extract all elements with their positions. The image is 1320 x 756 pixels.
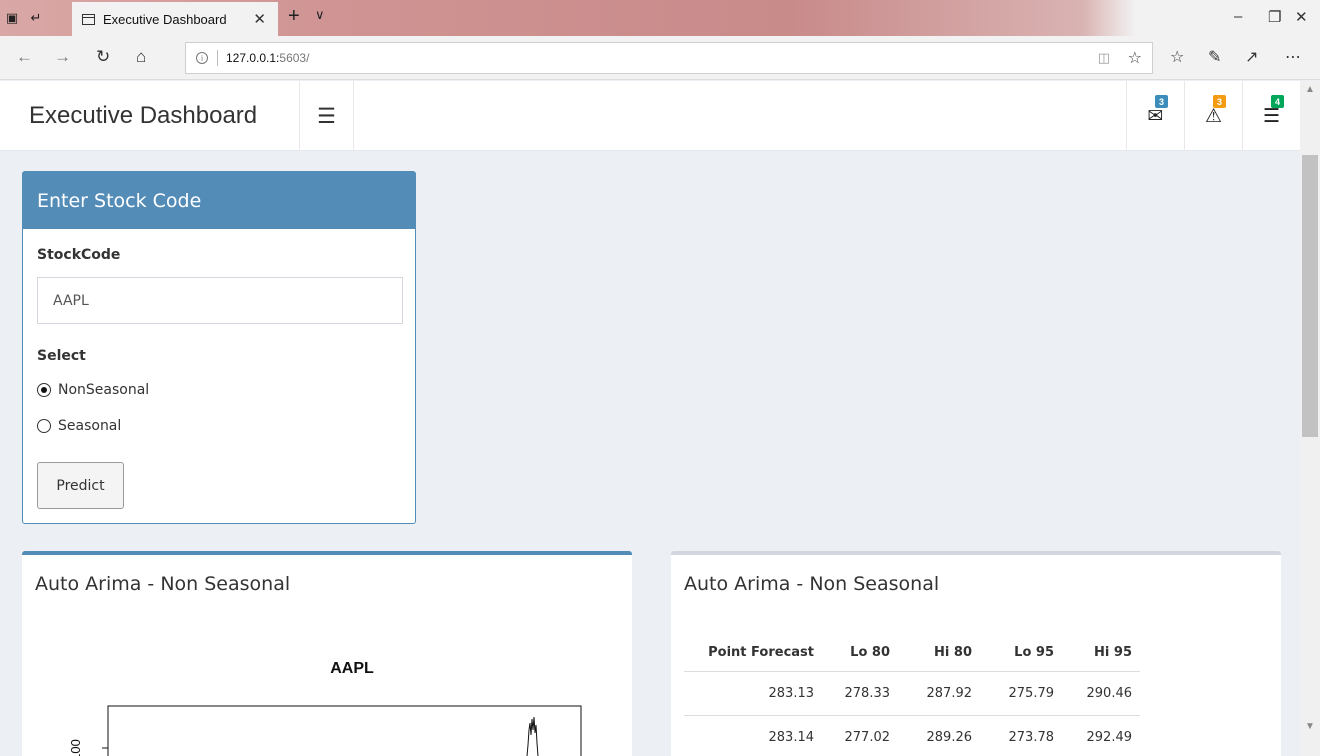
tabs-aside-icon[interactable]: ↵ <box>24 0 48 36</box>
table-cell: 290.46 <box>1062 671 1140 716</box>
scroll-up-icon[interactable]: ▲ <box>1305 84 1315 95</box>
url-separator <box>217 50 218 66</box>
plot-box: Auto Arima - Non Seasonal AAPL 100 <box>22 551 632 756</box>
minimize-icon[interactable]: – <box>1234 8 1242 25</box>
table-cell: 283.13 <box>684 671 822 716</box>
stock-code-label: StockCode <box>37 247 121 263</box>
table-cell: 273.78 <box>980 715 1062 756</box>
favorite-star-icon[interactable]: ☆ <box>1128 48 1142 68</box>
column-header: Point Forecast <box>684 635 822 672</box>
radio-nonseasonal[interactable]: NonSeasonal <box>37 382 149 398</box>
forward-icon[interactable]: → <box>54 47 71 67</box>
column-header: Lo 95 <box>980 635 1062 672</box>
tab-title: Executive Dashboard <box>103 11 227 27</box>
table-cell: 289.26 <box>898 715 980 756</box>
back-icon[interactable]: ← <box>16 47 33 67</box>
column-header: Hi 80 <box>898 635 980 672</box>
restore-icon[interactable]: ❐ <box>1268 8 1281 26</box>
radio-label-nonseasonal: NonSeasonal <box>58 382 150 398</box>
table-cell: 278.33 <box>822 671 898 716</box>
sidebar-toggle-icon[interactable]: ☰ <box>300 81 354 151</box>
site-info-icon[interactable]: i <box>196 52 208 64</box>
url-input[interactable]: i 127.0.0.1: 5603/ ◫ ☆ <box>185 42 1153 74</box>
reading-view-icon[interactable]: ◫ <box>1098 50 1110 66</box>
browser-tab[interactable]: Executive Dashboard ✕ <box>72 2 278 36</box>
brand-title[interactable]: Executive Dashboard <box>0 81 300 151</box>
plot-frame <box>107 705 582 756</box>
plot-title: AAPL <box>330 660 374 677</box>
notifications-badge: 3 <box>1213 95 1226 108</box>
table-cell: 283.14 <box>684 715 822 756</box>
home-icon[interactable]: ⌂ <box>136 47 146 67</box>
table-cell: 275.79 <box>980 671 1062 716</box>
refresh-icon[interactable]: ↻ <box>96 47 110 67</box>
browser-titlebar: ▣ ↵ Executive Dashboard ✕ + ∨ – ❐ ✕ <box>0 0 1320 36</box>
tasks-menu[interactable]: ☰ 4 <box>1242 81 1300 151</box>
series-line <box>526 716 539 756</box>
table-cell: 287.92 <box>898 671 980 716</box>
forecast-table: Point Forecast Lo 80 Hi 80 Lo 95 Hi 95 2… <box>684 635 1140 756</box>
scrollbar-thumb[interactable] <box>1302 155 1318 437</box>
column-header: Lo 80 <box>822 635 898 672</box>
table-cell: 277.02 <box>822 715 898 756</box>
radio-button-checked[interactable] <box>37 383 51 397</box>
table-cell: 292.49 <box>1062 715 1140 756</box>
forecast-plot: AAPL 100 <box>68 660 582 756</box>
stock-box-title: Enter Stock Code <box>23 172 415 229</box>
tasks-badge: 4 <box>1271 95 1284 108</box>
select-label: Select <box>37 348 86 364</box>
scroll-down-icon[interactable]: ▼ <box>1305 721 1315 732</box>
new-tab-icon[interactable]: + <box>288 5 300 28</box>
dashboard-header: Executive Dashboard ☰ ✉ 3 ⚠ 3 ☰ 4 <box>0 81 1300 151</box>
tab-preview-chevron-icon[interactable]: ∨ <box>315 7 325 23</box>
radio-seasonal[interactable]: Seasonal <box>37 418 121 434</box>
page-icon <box>82 13 95 25</box>
url-path: 5603/ <box>279 51 310 65</box>
radio-label-seasonal: Seasonal <box>58 418 122 434</box>
address-bar-row: ← → ↻ ⌂ i 127.0.0.1: 5603/ ◫ ☆ ☆ ✎ ↗ ⋯ <box>0 36 1320 80</box>
favorites-list-icon[interactable]: ☆ <box>1170 47 1184 67</box>
more-icon[interactable]: ⋯ <box>1285 47 1301 67</box>
table-row: 283.13 278.33 287.92 275.79 290.46 <box>684 671 1140 716</box>
stock-input-box: Enter Stock Code StockCode Select NonSea… <box>22 171 416 524</box>
url-host: 127.0.0.1: <box>226 51 280 65</box>
column-header: Hi 95 <box>1062 635 1140 672</box>
set-aside-tabs-icon[interactable]: ▣ <box>0 0 24 36</box>
forecast-table-box: Auto Arima - Non Seasonal Point Forecast… <box>671 551 1281 756</box>
radio-button[interactable] <box>37 419 51 433</box>
y-tick-label: 100 <box>68 739 83 756</box>
notifications-menu[interactable]: ⚠ 3 <box>1184 81 1242 151</box>
share-icon[interactable]: ↗ <box>1245 47 1258 67</box>
stock-code-input[interactable] <box>37 277 403 324</box>
predict-button[interactable]: Predict <box>37 462 124 509</box>
table-box-title: Auto Arima - Non Seasonal <box>684 573 940 595</box>
table-row: 283.14 277.02 289.26 273.78 292.49 <box>684 715 1140 756</box>
web-note-icon[interactable]: ✎ <box>1208 47 1221 67</box>
close-window-icon[interactable]: ✕ <box>1295 8 1308 26</box>
close-tab-icon[interactable]: ✕ <box>253 10 266 28</box>
messages-menu[interactable]: ✉ 3 <box>1126 81 1184 151</box>
table-header-row: Point Forecast Lo 80 Hi 80 Lo 95 Hi 95 <box>684 635 1140 672</box>
messages-badge: 3 <box>1155 95 1168 108</box>
page-scrollbar[interactable]: ▲ ▼ <box>1300 81 1320 756</box>
